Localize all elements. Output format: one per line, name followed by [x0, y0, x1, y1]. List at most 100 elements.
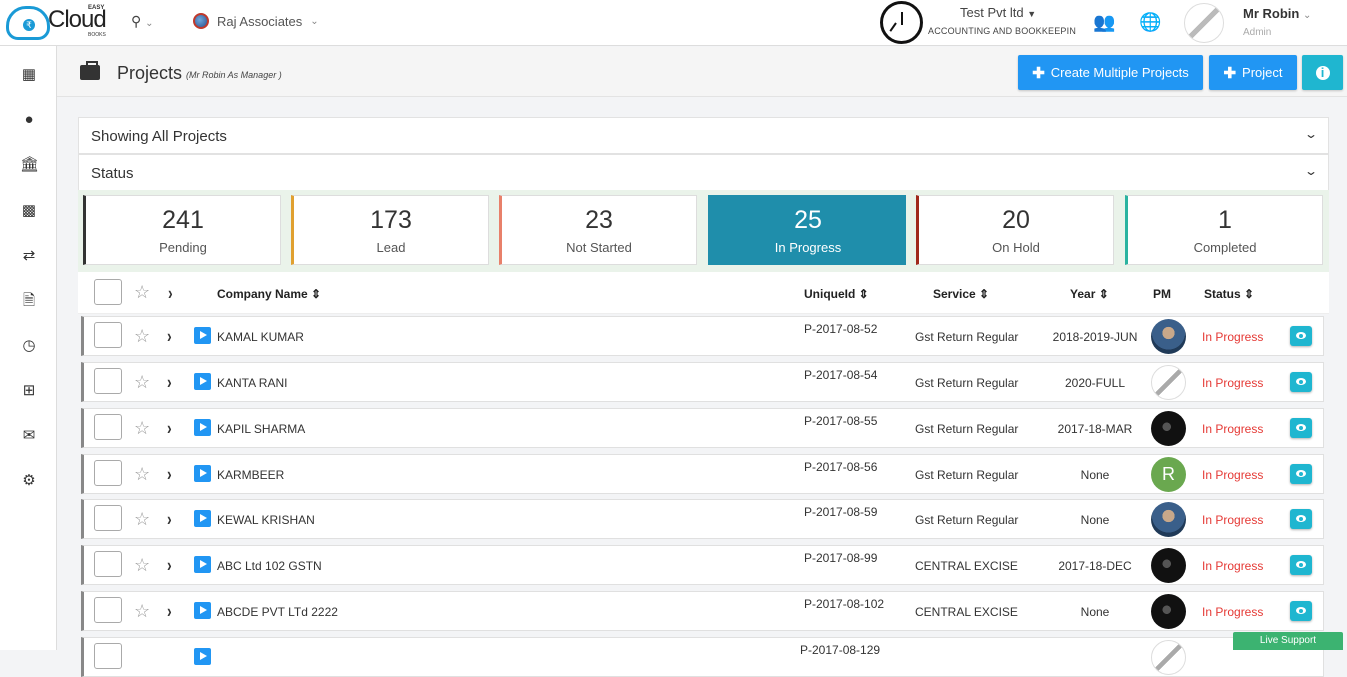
- status-card-on-hold[interactable]: 20 On Hold: [916, 195, 1114, 265]
- chevron-right-icon[interactable]: ›: [167, 326, 172, 347]
- star-icon[interactable]: ☆: [134, 282, 150, 303]
- easy-cloud-books-logo[interactable]: ₹ Cloud EASY BOOKS: [6, 2, 116, 42]
- search-menu[interactable]: ⚲ ⌄: [131, 13, 154, 30]
- play-icon[interactable]: [194, 465, 211, 482]
- status-card-completed[interactable]: 1 Completed: [1125, 195, 1323, 265]
- bank-icon[interactable]: 🏛: [20, 156, 39, 174]
- chevron-right-icon[interactable]: ›: [167, 418, 172, 439]
- chevron-right-icon[interactable]: ›: [168, 283, 173, 304]
- chevron-right-icon[interactable]: ›: [167, 555, 172, 576]
- company-name[interactable]: KARMBEER: [217, 468, 284, 482]
- company-name[interactable]: KAMAL KUMAR: [217, 330, 304, 344]
- chevron-right-icon[interactable]: ›: [167, 509, 172, 530]
- status-panel[interactable]: Status ⌄: [78, 154, 1329, 191]
- column-service[interactable]: Service ⇕: [933, 287, 989, 301]
- status-card-lead[interactable]: 173 Lead: [291, 195, 489, 265]
- star-icon[interactable]: ☆: [134, 601, 150, 622]
- row-checkbox[interactable]: [94, 597, 122, 623]
- table-row[interactable]: ☆ › ABC Ltd 102 GSTN P-2017-08-99 CENTRA…: [81, 545, 1324, 585]
- chevron-right-icon[interactable]: ›: [167, 601, 172, 622]
- column-status[interactable]: Status ⇕: [1204, 287, 1254, 301]
- envelope-icon[interactable]: ✉: [20, 427, 38, 445]
- company-name[interactable]: KEWAL KRISHAN: [217, 513, 315, 527]
- play-icon[interactable]: [194, 648, 211, 665]
- pm-avatar[interactable]: [1151, 365, 1186, 400]
- status-card-in-progress[interactable]: 25 In Progress: [708, 195, 906, 265]
- clock-icon[interactable]: ◷: [20, 337, 38, 355]
- view-eye-icon[interactable]: [1290, 326, 1312, 346]
- table-row[interactable]: ☆ › KARMBEER P-2017-08-56 Gst Return Reg…: [81, 454, 1324, 494]
- globe-icon[interactable]: 🌐: [1139, 12, 1161, 33]
- star-icon[interactable]: ☆: [134, 372, 150, 393]
- document-icon[interactable]: 🗎: [20, 292, 38, 310]
- star-icon[interactable]: ☆: [134, 326, 150, 347]
- briefcase-icon[interactable]: ▩: [20, 202, 38, 220]
- column-unique-id[interactable]: UniqueId ⇕: [804, 287, 869, 301]
- pm-avatar[interactable]: [1151, 548, 1186, 583]
- star-icon[interactable]: ☆: [134, 555, 150, 576]
- table-row[interactable]: ☆ › ABCDE PVT LTd 2222 P-2017-08-102 CEN…: [81, 591, 1324, 631]
- view-eye-icon[interactable]: [1290, 601, 1312, 621]
- play-icon[interactable]: [194, 327, 211, 344]
- row-checkbox[interactable]: [94, 551, 122, 577]
- client-selector[interactable]: Raj Associates ⌄: [193, 13, 319, 29]
- row-checkbox[interactable]: [94, 460, 122, 486]
- company-name[interactable]: ABCDE PVT LTd 2222: [217, 605, 338, 619]
- column-year[interactable]: Year ⇕: [1070, 287, 1109, 301]
- unique-id: P-2017-08-55: [804, 414, 878, 428]
- status-card-not-started[interactable]: 23 Not Started: [499, 195, 697, 265]
- company-name[interactable]: KAPIL SHARMA: [217, 422, 305, 436]
- live-support-button[interactable]: Live Support: [1233, 632, 1343, 650]
- create-multiple-projects-button[interactable]: ✚ Create Multiple Projects: [1018, 55, 1203, 90]
- row-checkbox[interactable]: [94, 368, 122, 394]
- play-icon[interactable]: [194, 602, 211, 619]
- column-company-name[interactable]: Company Name ⇕: [217, 287, 321, 301]
- dashboard-icon[interactable]: ▦: [20, 66, 38, 84]
- pm-avatar[interactable]: [1151, 319, 1186, 354]
- table-row[interactable]: ☆ › KAPIL SHARMA P-2017-08-55 Gst Return…: [81, 408, 1324, 448]
- user-menu[interactable]: Mr Robin ⌄ Admin: [1243, 6, 1311, 38]
- pm-avatar[interactable]: [1151, 640, 1186, 675]
- add-project-button[interactable]: ✚ Project: [1209, 55, 1297, 90]
- star-icon[interactable]: ☆: [134, 464, 150, 485]
- play-icon[interactable]: [194, 556, 211, 573]
- view-eye-icon[interactable]: [1290, 418, 1312, 438]
- row-checkbox[interactable]: [94, 414, 122, 440]
- chevron-right-icon[interactable]: ›: [167, 372, 172, 393]
- info-button[interactable]: i: [1302, 55, 1343, 90]
- star-icon[interactable]: ☆: [134, 509, 150, 530]
- plus-square-icon[interactable]: ⊞: [20, 382, 38, 400]
- status-card-pending[interactable]: 241 Pending: [83, 195, 281, 265]
- table-row[interactable]: ☆ › KANTA RANI P-2017-08-54 Gst Return R…: [81, 362, 1324, 402]
- company-selector[interactable]: Test Pvt ltd ▼ ACCOUNTING AND BOOKKEEPIN: [928, 5, 1078, 36]
- row-checkbox[interactable]: [94, 505, 122, 531]
- table-row[interactable]: ☆ › KAMAL KUMAR P-2017-08-52 Gst Return …: [81, 316, 1324, 356]
- user-avatar[interactable]: [1184, 3, 1224, 43]
- view-eye-icon[interactable]: [1290, 464, 1312, 484]
- transfer-icon[interactable]: ⇄: [20, 247, 38, 265]
- pm-avatar[interactable]: [1151, 594, 1186, 629]
- users-icon[interactable]: 👥: [1093, 12, 1115, 33]
- clock-icon[interactable]: [880, 1, 923, 44]
- row-checkbox[interactable]: [94, 322, 122, 348]
- company-name[interactable]: ABC Ltd 102 GSTN: [217, 559, 322, 573]
- row-checkbox[interactable]: [94, 643, 122, 669]
- play-icon[interactable]: [194, 510, 211, 527]
- table-row[interactable]: ☆ › KEWAL KRISHAN P-2017-08-59 Gst Retur…: [81, 499, 1324, 539]
- play-icon[interactable]: [194, 373, 211, 390]
- showing-projects-panel[interactable]: Showing All Projects ⌄: [78, 117, 1329, 154]
- view-eye-icon[interactable]: [1290, 555, 1312, 575]
- view-eye-icon[interactable]: [1290, 509, 1312, 529]
- chevron-right-icon[interactable]: ›: [167, 464, 172, 485]
- play-icon[interactable]: [194, 419, 211, 436]
- star-icon[interactable]: ☆: [134, 418, 150, 439]
- table-row[interactable]: P-2017-08-129: [81, 637, 1324, 677]
- pm-avatar[interactable]: [1151, 411, 1186, 446]
- view-eye-icon[interactable]: [1290, 372, 1312, 392]
- user-icon[interactable]: ●: [20, 111, 38, 129]
- pm-avatar[interactable]: R: [1151, 457, 1186, 492]
- company-name[interactable]: KANTA RANI: [217, 376, 287, 390]
- pm-avatar[interactable]: [1151, 502, 1186, 537]
- select-all-checkbox[interactable]: [94, 279, 122, 305]
- gear-icon[interactable]: ⚙: [20, 472, 38, 490]
